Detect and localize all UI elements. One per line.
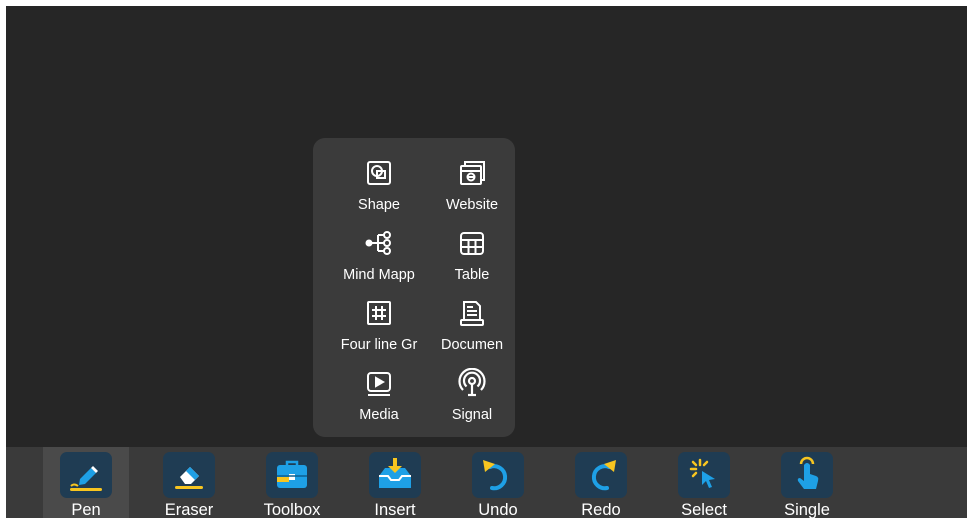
popup-item-label: Signal (451, 407, 493, 423)
tool-label: Select (681, 501, 727, 518)
shape-icon (364, 158, 394, 188)
insert-popup-menu: Shape Website Mind Mapp Table Four line … (313, 138, 515, 437)
tool-label: Single (784, 501, 830, 518)
bottom-toolbar: Pen Eraser Toolbox Insert Undo Redo Sele… (6, 447, 967, 518)
table-icon (457, 228, 487, 258)
popup-item-label: Table (454, 267, 490, 283)
tool-undo[interactable]: Undo (455, 447, 541, 518)
tool-eraser[interactable]: Eraser (146, 447, 232, 518)
tool-label: Eraser (164, 501, 214, 518)
tool-label: Undo (478, 501, 518, 518)
popup-item-document[interactable]: Documen (422, 290, 522, 353)
mind-map-icon (364, 228, 394, 258)
select-icon (678, 452, 730, 498)
popup-item-mind-map[interactable]: Mind Mapp (329, 220, 429, 283)
single-touch-icon (781, 452, 833, 498)
tool-insert[interactable]: Insert (352, 447, 438, 518)
insert-icon (369, 452, 421, 498)
toolbox-icon (266, 452, 318, 498)
media-icon (364, 368, 394, 398)
tool-pen[interactable]: Pen (43, 447, 129, 518)
pen-icon (60, 452, 112, 498)
popup-item-four-line-grid[interactable]: Four line Gr (329, 290, 429, 353)
undo-icon (472, 452, 524, 498)
tool-label: Toolbox (263, 501, 321, 518)
popup-item-label: Documen (440, 337, 504, 353)
popup-item-label: Shape (358, 197, 400, 213)
tool-label: Insert (374, 501, 416, 518)
popup-item-label: Media (359, 407, 399, 423)
tool-toolbox[interactable]: Toolbox (249, 447, 335, 518)
website-icon (457, 158, 487, 188)
popup-item-table[interactable]: Table (422, 220, 522, 283)
tool-redo[interactable]: Redo (558, 447, 644, 518)
popup-item-website[interactable]: Website (422, 150, 522, 213)
four-line-grid-icon (364, 298, 394, 328)
eraser-icon (163, 452, 215, 498)
signal-icon (457, 368, 487, 398)
tool-select[interactable]: Select (661, 447, 747, 518)
popup-item-media[interactable]: Media (329, 360, 429, 423)
popup-item-shape[interactable]: Shape (329, 150, 429, 213)
tool-label: Redo (581, 501, 621, 518)
redo-icon (575, 452, 627, 498)
document-icon (457, 298, 487, 328)
tool-label: Pen (71, 501, 101, 518)
popup-item-signal[interactable]: Signal (422, 360, 522, 423)
popup-item-label: Website (445, 197, 499, 213)
whiteboard-screen: Shape Website Mind Mapp Table Four line … (6, 6, 967, 518)
tool-single[interactable]: Single (764, 447, 850, 518)
popup-item-label: Mind Mapp (343, 267, 415, 283)
popup-item-label: Four line Gr (340, 337, 418, 353)
